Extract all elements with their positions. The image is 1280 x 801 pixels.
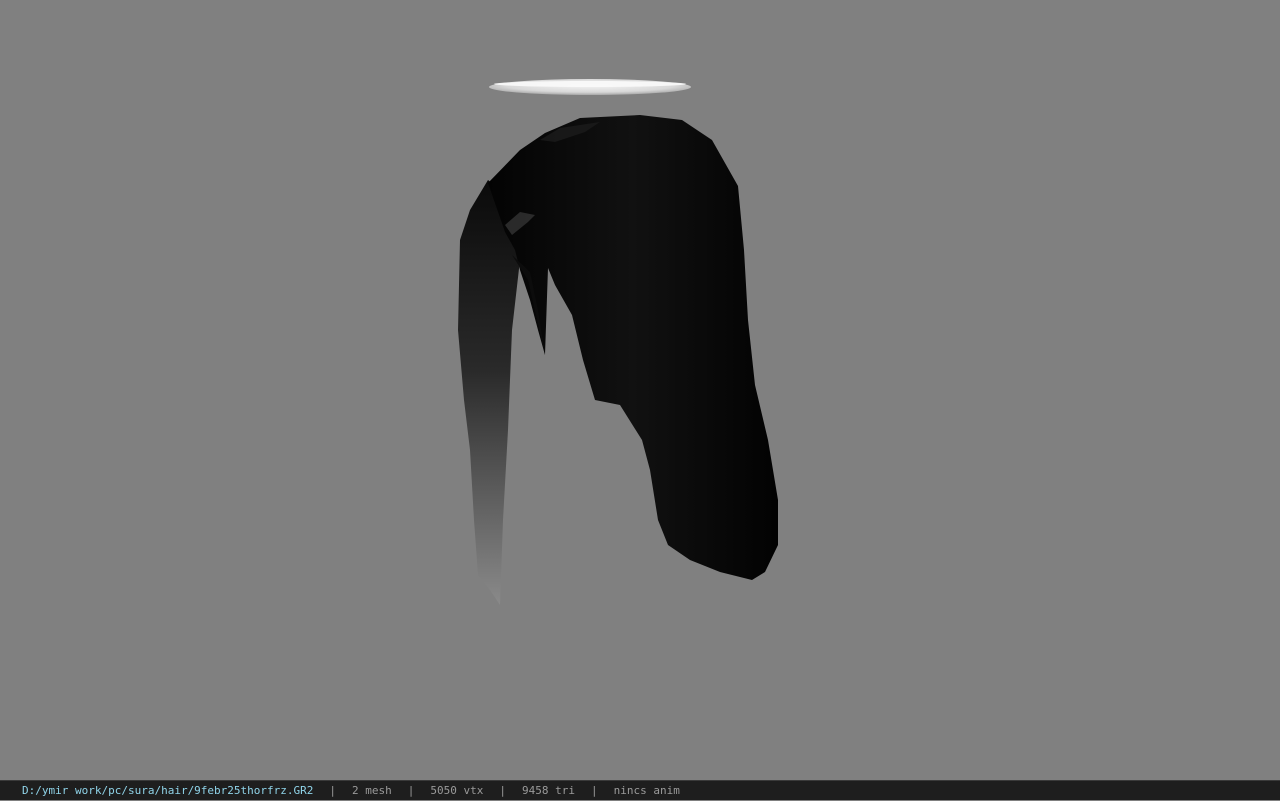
vertex-count: 5050 vtx [430,783,484,797]
animation-status: nincs anim [613,783,680,797]
status-bar: D:/ymir work/pc/sura/hair/9febr25thorfrz… [0,780,1280,800]
file-path: D:/ymir work/pc/sura/hair/9febr25thorfrz… [22,783,314,797]
separator: | [499,783,507,797]
model-render [458,79,778,605]
separator: | [329,783,337,797]
triangle-count: 9458 tri [522,783,575,797]
3d-viewport[interactable] [0,0,1280,780]
mesh-count: 2 mesh [352,783,392,797]
separator: | [407,783,415,797]
hair-mesh-icon [458,115,778,605]
halo-ring-icon [489,79,691,95]
separator: | [591,783,598,797]
